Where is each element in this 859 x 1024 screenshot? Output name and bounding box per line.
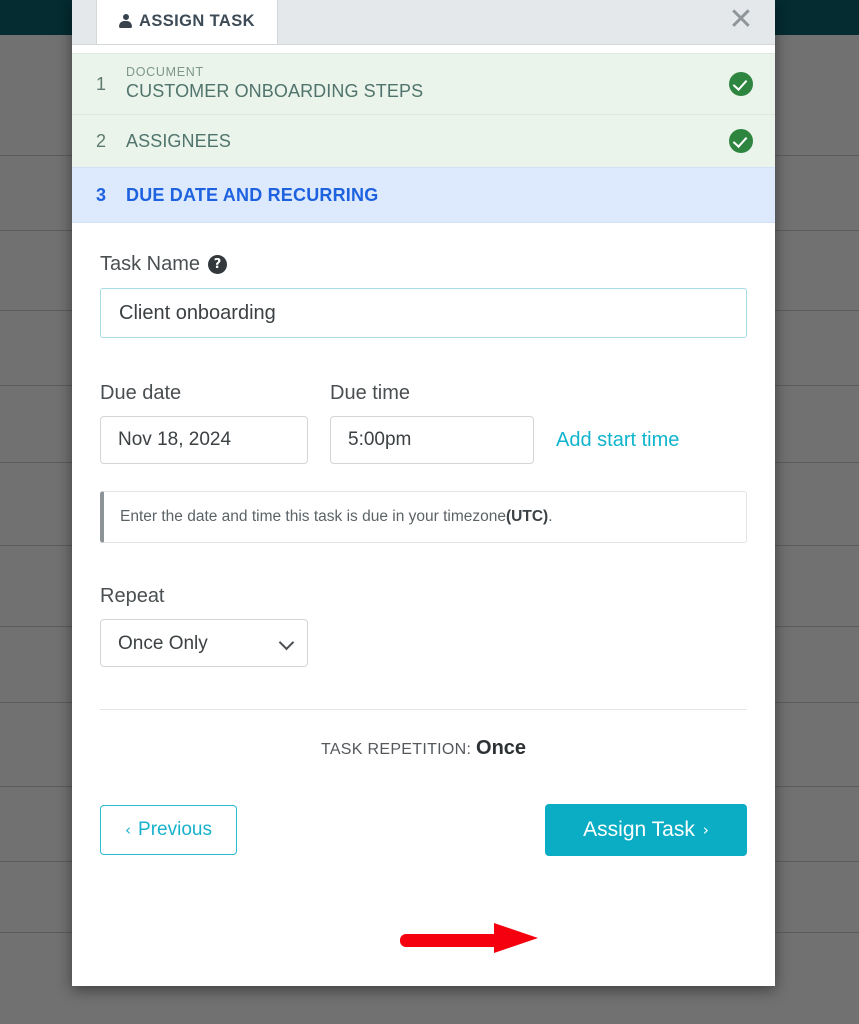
check-circle-icon <box>729 72 753 96</box>
previous-button[interactable]: ‹ Previous <box>100 805 237 855</box>
step-subtitle: DOCUMENT <box>126 65 204 79</box>
repeat-section: Repeat Once OnlyDailyWeeklyMonthlyYearly <box>100 585 747 667</box>
repeat-select[interactable]: Once OnlyDailyWeeklyMonthlyYearly <box>100 619 308 667</box>
step-number: 3 <box>96 184 107 205</box>
step-number: 2 <box>96 130 107 151</box>
step-number: 1 <box>96 73 107 94</box>
step-row-due-date-and-recurring[interactable]: 3 DUE DATE AND RECURRING <box>72 167 775 223</box>
due-date-group: Due date <box>100 382 308 464</box>
chevron-right-icon: › <box>702 821 709 839</box>
chevron-left-icon: ‹ <box>125 821 132 839</box>
help-icon[interactable]: ? <box>208 255 228 274</box>
due-time-group: Due time <box>330 382 534 464</box>
timezone-hint-prefix: Enter the date and time this task is due… <box>120 508 506 525</box>
due-time-label: Due time <box>330 382 411 404</box>
step-row-assignees[interactable]: 2 ASSIGNEES <box>72 114 775 168</box>
timezone-hint: Enter the date and time this task is due… <box>100 491 747 543</box>
user-icon <box>119 13 132 29</box>
repeat-label: Repeat <box>100 585 165 607</box>
modal-tabstrip: ASSIGN TASK ✕ <box>72 0 775 45</box>
divider <box>100 709 747 710</box>
due-date-form: Task Name ? Due date Due time Add start … <box>72 223 775 880</box>
due-time-input[interactable] <box>330 416 534 464</box>
task-repetition-value: Once <box>476 737 527 759</box>
task-repetition-summary: TASK REPETITION: Once <box>100 737 747 760</box>
repeat-select-wrap: Once OnlyDailyWeeklyMonthlyYearly <box>100 619 308 667</box>
timezone-hint-zone: (UTC) <box>506 508 549 525</box>
tab-assign-task[interactable]: ASSIGN TASK <box>96 0 278 44</box>
task-name-label-text: Task Name <box>100 253 201 275</box>
assign-task-button[interactable]: Assign Task › <box>545 804 747 856</box>
modal-footer: ‹ Previous Assign Task › <box>100 804 747 880</box>
task-name-input[interactable] <box>100 288 747 338</box>
check-circle-icon <box>729 129 753 153</box>
previous-button-label: Previous <box>138 819 212 840</box>
step-list: 1 DOCUMENT CUSTOMER ONBOARDING STEPS 2 A… <box>72 45 775 223</box>
task-name-label: Task Name ? <box>100 253 747 276</box>
step-title: CUSTOMER ONBOARDING STEPS <box>126 81 424 101</box>
step-text: DOCUMENT CUSTOMER ONBOARDING STEPS <box>126 65 729 103</box>
step-text: ASSIGNEES <box>126 130 729 153</box>
task-repetition-label: TASK REPETITION: <box>320 741 472 758</box>
date-time-row: Due date Due time Add start time <box>100 382 747 464</box>
assign-task-modal: ASSIGN TASK ✕ 1 DOCUMENT CUSTOMER ONBOAR… <box>72 0 775 986</box>
tab-assign-task-label: ASSIGN TASK <box>139 11 255 30</box>
due-date-input[interactable] <box>100 416 308 464</box>
step-title: ASSIGNEES <box>126 130 231 151</box>
step-row-document[interactable]: 1 DOCUMENT CUSTOMER ONBOARDING STEPS <box>72 53 775 115</box>
step-text: DUE DATE AND RECURRING <box>126 184 753 207</box>
assign-task-button-label: Assign Task <box>583 818 695 841</box>
step-title: DUE DATE AND RECURRING <box>126 184 379 205</box>
due-date-label: Due date <box>100 382 182 404</box>
timezone-hint-suffix: . <box>548 508 553 525</box>
close-icon[interactable]: ✕ <box>725 5 757 37</box>
add-start-time-link[interactable]: Add start time <box>556 429 679 464</box>
